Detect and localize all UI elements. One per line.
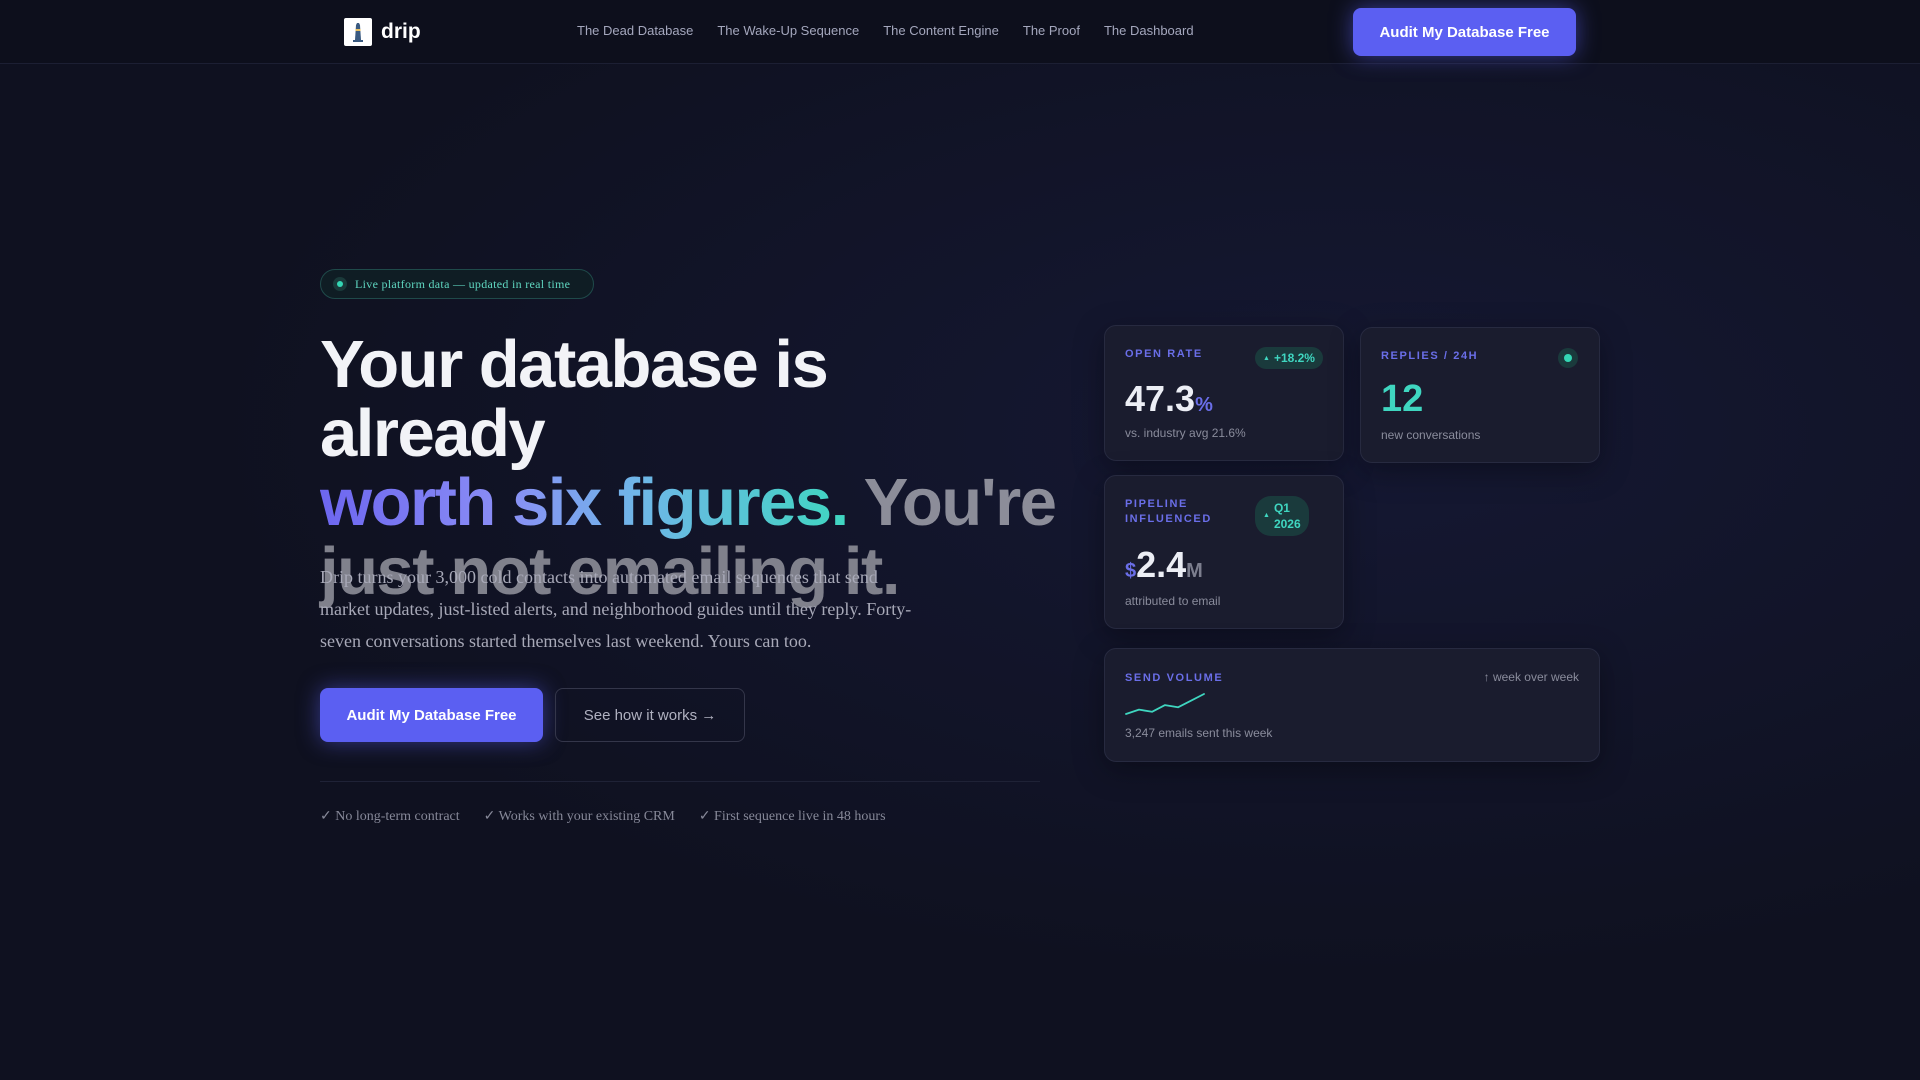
trust-checks: ✓ No long-term contract ✓ Works with you… [320, 808, 886, 825]
pipeline-badge-text: Q1 2026 [1274, 500, 1301, 532]
audit-database-button[interactable]: Audit My Database Free [320, 688, 543, 742]
nav-link-dashboard[interactable]: The Dashboard [1104, 23, 1194, 38]
logo[interactable]: drip [344, 18, 421, 46]
pipeline-suffix: M [1186, 560, 1203, 582]
live-status-icon [333, 277, 347, 291]
pipeline-badge: ▲ Q1 2026 [1255, 496, 1309, 536]
open-rate-card: OPEN RATE ▲ +18.2% 47.3% vs. industry av… [1104, 325, 1344, 461]
open-rate-number: 47.3 [1125, 378, 1196, 419]
top-nav: drip The Dead Database The Wake-Up Seque… [0, 0, 1920, 64]
open-rate-sub: vs. industry avg 21.6% [1125, 426, 1246, 440]
open-rate-unit: % [1195, 394, 1213, 416]
lighthouse-icon [344, 18, 372, 46]
pipeline-prefix: $ [1125, 560, 1137, 582]
nav-link-wake-up-sequence[interactable]: The Wake-Up Sequence [717, 23, 859, 38]
hero-divider [320, 781, 1040, 782]
logo-text: drip [381, 20, 421, 43]
send-volume-card: SEND VOLUME ↑ week over week 3,247 email… [1104, 648, 1600, 762]
headline-part-2: worth six figures. [320, 465, 849, 540]
headline-part-1: Your database is already [320, 327, 829, 471]
open-rate-label: OPEN RATE [1125, 348, 1203, 360]
check-item: ✓ Works with your existing CRM [483, 809, 675, 824]
pipeline-label-line-2: INFLUENCED [1125, 513, 1212, 525]
nav-link-content-engine[interactable]: The Content Engine [883, 23, 999, 38]
nav-link-proof[interactable]: The Proof [1023, 23, 1080, 38]
pipeline-badge-line-2: 2026 [1273, 517, 1301, 531]
pipeline-label-line-1: PIPELINE [1125, 498, 1188, 510]
send-volume-trend: ↑ week over week [1483, 670, 1579, 684]
open-rate-value: 47.3% [1125, 378, 1213, 420]
see-how-it-works-button[interactable]: See how it works → [555, 688, 745, 742]
live-indicator-icon [1558, 348, 1578, 368]
check-item: ✓ No long-term contract [320, 809, 460, 824]
pipeline-value: $2.4M [1125, 544, 1203, 586]
up-arrow-icon: ▲ [1263, 512, 1270, 519]
open-rate-badge: ▲ +18.2% [1255, 347, 1323, 369]
headline-part-3: You're [863, 465, 1057, 540]
pipeline-badge-line-1: Q1 [1273, 501, 1290, 515]
live-data-pill: Live platform data — updated in real tim… [320, 269, 594, 299]
send-volume-sparkline [1125, 693, 1205, 715]
send-volume-label: SEND VOLUME [1125, 672, 1224, 684]
nav-links: The Dead Database The Wake-Up Sequence T… [577, 23, 1194, 38]
replies-sub: new conversations [1381, 428, 1481, 442]
hero-description: Drip turns your 3,000 cold contacts into… [320, 567, 912, 651]
check-item: ✓ First sequence live in 48 hours [698, 809, 886, 824]
pipeline-card: PIPELINE INFLUENCED ▲ Q1 2026 $2.4M attr… [1104, 475, 1344, 629]
nav-link-dead-database[interactable]: The Dead Database [577, 23, 693, 38]
replies-label: REPLIES / 24H [1381, 350, 1479, 362]
open-rate-badge-text: +18.2% [1273, 351, 1315, 365]
send-volume-sub: 3,247 emails sent this week [1125, 726, 1273, 740]
sparkline-series [1125, 693, 1205, 715]
pipeline-sub: attributed to email [1125, 594, 1221, 608]
replies-card: REPLIES / 24H 12 new conversations [1360, 327, 1600, 463]
live-data-text: Live platform data — updated in real tim… [355, 276, 571, 291]
replies-value: 12 [1381, 378, 1424, 420]
pipeline-number: 2.4 [1136, 544, 1187, 585]
nav-audit-button[interactable]: Audit My Database Free [1353, 8, 1576, 56]
up-arrow-icon: ▲ [1263, 354, 1270, 362]
pipeline-label: PIPELINE INFLUENCED [1125, 497, 1212, 527]
